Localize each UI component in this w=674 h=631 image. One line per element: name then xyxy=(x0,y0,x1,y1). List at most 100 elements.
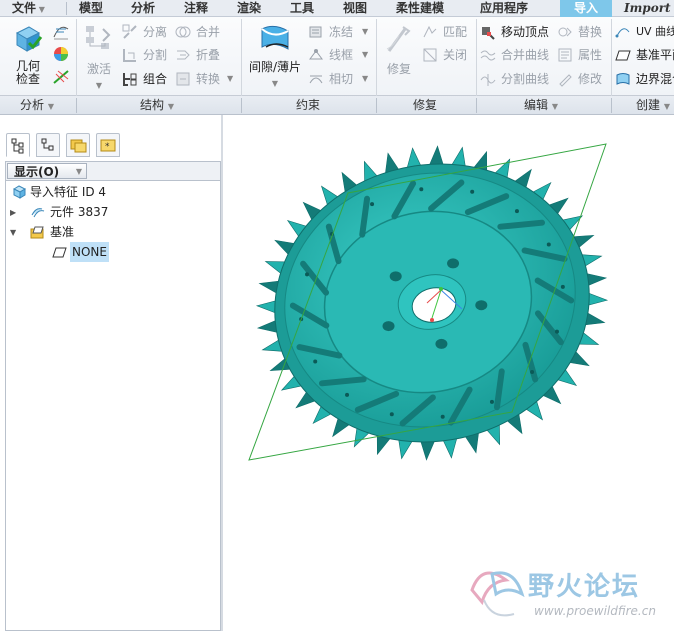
rim-hole xyxy=(489,399,494,404)
tab-divider xyxy=(66,2,67,15)
merge-curves-label: 合并曲线 xyxy=(501,48,550,62)
rim-hole xyxy=(419,187,424,192)
rim-hole xyxy=(305,272,310,277)
chevron-down-icon: ▼ xyxy=(551,102,558,111)
split-button[interactable]: 分割 xyxy=(122,45,172,65)
group-structure[interactable]: 结构 ▼ xyxy=(140,96,174,115)
rim-hole xyxy=(345,392,350,397)
rim-hole xyxy=(530,369,535,374)
group-repair: 修复 xyxy=(413,96,437,115)
geometry-check-icon xyxy=(15,26,43,52)
chevron-down-icon: ▼ xyxy=(271,79,279,88)
tab-annotate[interactable]: 注释 xyxy=(184,0,208,17)
tab-favorites[interactable]: * xyxy=(96,133,120,157)
dihedral-icon[interactable] xyxy=(52,68,70,86)
modify-button[interactable]: 修改 xyxy=(557,69,609,89)
bolt-hole xyxy=(447,258,460,269)
merge-curves-button[interactable]: 合并曲线 xyxy=(480,45,554,65)
collapse-arrow-icon[interactable]: ▼ xyxy=(10,223,20,243)
gap-thin-button[interactable]: 间隙/薄片 ▼ xyxy=(245,23,305,93)
gap-thin-label: 间隙/薄片 xyxy=(248,60,302,74)
vane xyxy=(318,376,367,387)
detach-button[interactable]: 分离 xyxy=(122,22,172,42)
rim-hole xyxy=(389,412,394,417)
graphics-viewport[interactable] xyxy=(223,115,674,631)
tab-file[interactable]: 文件 ▼ xyxy=(12,0,54,17)
tab-applications[interactable]: 应用程序 xyxy=(480,0,528,17)
tab-tools[interactable]: 工具 xyxy=(290,0,314,17)
component-icon xyxy=(31,208,45,218)
tab-folder-browser[interactable] xyxy=(66,133,90,157)
activate-button[interactable]: 激活 ▼ xyxy=(80,23,118,93)
rim-hole xyxy=(370,202,375,207)
repair-label: 修复 xyxy=(386,62,411,76)
tab-layer-tree[interactable] xyxy=(36,133,60,157)
chevron-down-icon: ▼ xyxy=(362,74,369,83)
curve-analysis-glyph xyxy=(53,26,69,40)
datum-plane-button[interactable]: 基准平面 xyxy=(615,45,674,65)
tangent-button[interactable]: 相切 ▼ xyxy=(308,69,372,89)
repair-button[interactable]: 修复 xyxy=(380,23,418,93)
close-button[interactable]: 关闭 xyxy=(422,45,472,65)
bolt-hole xyxy=(382,321,395,332)
group-create[interactable]: 创建 ▼ xyxy=(636,96,670,115)
tab-view[interactable]: 视图 xyxy=(343,0,367,17)
show-dropdown-button[interactable]: 显示(O) ▼ xyxy=(7,163,87,179)
geometry-check-label: 几何 检查 xyxy=(15,59,40,86)
tab-model[interactable]: 模型 xyxy=(79,0,103,17)
split-icon xyxy=(123,49,136,62)
tab-view-label: 视图 xyxy=(343,1,368,15)
rim-hole xyxy=(554,329,559,334)
boundary-blend-button[interactable]: 边界混合 xyxy=(615,69,674,89)
uv-curve-label: UV 曲线 xyxy=(636,25,674,38)
curve-analysis-icon[interactable] xyxy=(52,23,70,41)
move-vertex-button[interactable]: 移动顶点 xyxy=(480,22,554,42)
datum-plane-icon xyxy=(615,50,631,61)
properties-button[interactable]: 属性 xyxy=(557,45,609,65)
match-button[interactable]: 匹配 xyxy=(422,22,472,42)
tree-item-label: 元件 3837 xyxy=(50,205,109,219)
bolt-hole xyxy=(389,271,402,282)
close-icon xyxy=(423,48,437,62)
tab-render[interactable]: 渲染 xyxy=(237,0,261,17)
dihedral-glyph xyxy=(53,70,69,84)
replace-button[interactable]: 替换 xyxy=(557,22,609,42)
ribbon-group-labels: 分析 ▼ 结构 ▼ 约束 修复 编辑 ▼ 创建 ▼ xyxy=(0,96,674,115)
move-vertex-label: 移动顶点 xyxy=(501,25,550,39)
rim-hole xyxy=(313,359,318,364)
chevron-down-icon: ▼ xyxy=(75,167,82,176)
group-edit[interactable]: 编辑 ▼ xyxy=(524,96,558,115)
tab-flexible-modeling[interactable]: 柔性建模 xyxy=(396,0,444,17)
group-analysis[interactable]: 分析 ▼ xyxy=(20,96,54,115)
gap-thin-icon xyxy=(261,25,289,50)
tab-analysis[interactable]: 分析 xyxy=(131,0,155,17)
group-analysis-label: 分析 xyxy=(20,98,45,112)
bolt-hole xyxy=(475,300,488,311)
tab-model-tree[interactable] xyxy=(6,133,30,157)
freeze-button[interactable]: 冻结 ▼ xyxy=(308,22,372,42)
color-map-icon[interactable] xyxy=(52,45,70,63)
fold-label: 折叠 xyxy=(196,48,221,62)
chevron-down-icon: ▼ xyxy=(47,102,54,111)
model-tree-icon xyxy=(11,138,24,154)
wireframe-button[interactable]: 线框 ▼ xyxy=(308,45,372,65)
expand-arrow-icon[interactable]: ▶ xyxy=(10,203,20,223)
uv-curve-button[interactable]: UV 曲线 xyxy=(615,22,674,42)
combine-button[interactable]: 组合 xyxy=(122,69,172,89)
group-edit-label: 编辑 xyxy=(524,98,549,112)
rim-hole xyxy=(546,242,551,247)
tangent-icon xyxy=(309,75,323,84)
split-curves-button[interactable]: 分割曲线 xyxy=(480,69,554,89)
fold-icon xyxy=(177,50,190,60)
convert-button[interactable]: 转换 ▼ xyxy=(175,69,237,89)
fold-button[interactable]: 折叠 xyxy=(175,45,235,65)
merge-button[interactable]: 合并 xyxy=(175,22,235,42)
geometry-check-button[interactable]: 几何 检查 xyxy=(10,23,46,93)
chevron-down-icon: ▼ xyxy=(167,102,174,111)
match-icon xyxy=(423,25,437,38)
tab-import-cn[interactable]: 导入 xyxy=(560,0,612,17)
uv-curve-icon xyxy=(615,28,630,38)
tab-import-en[interactable]: Import xyxy=(624,0,671,17)
show-button-label: 显示(O) xyxy=(14,165,60,179)
group-divider xyxy=(476,98,477,113)
